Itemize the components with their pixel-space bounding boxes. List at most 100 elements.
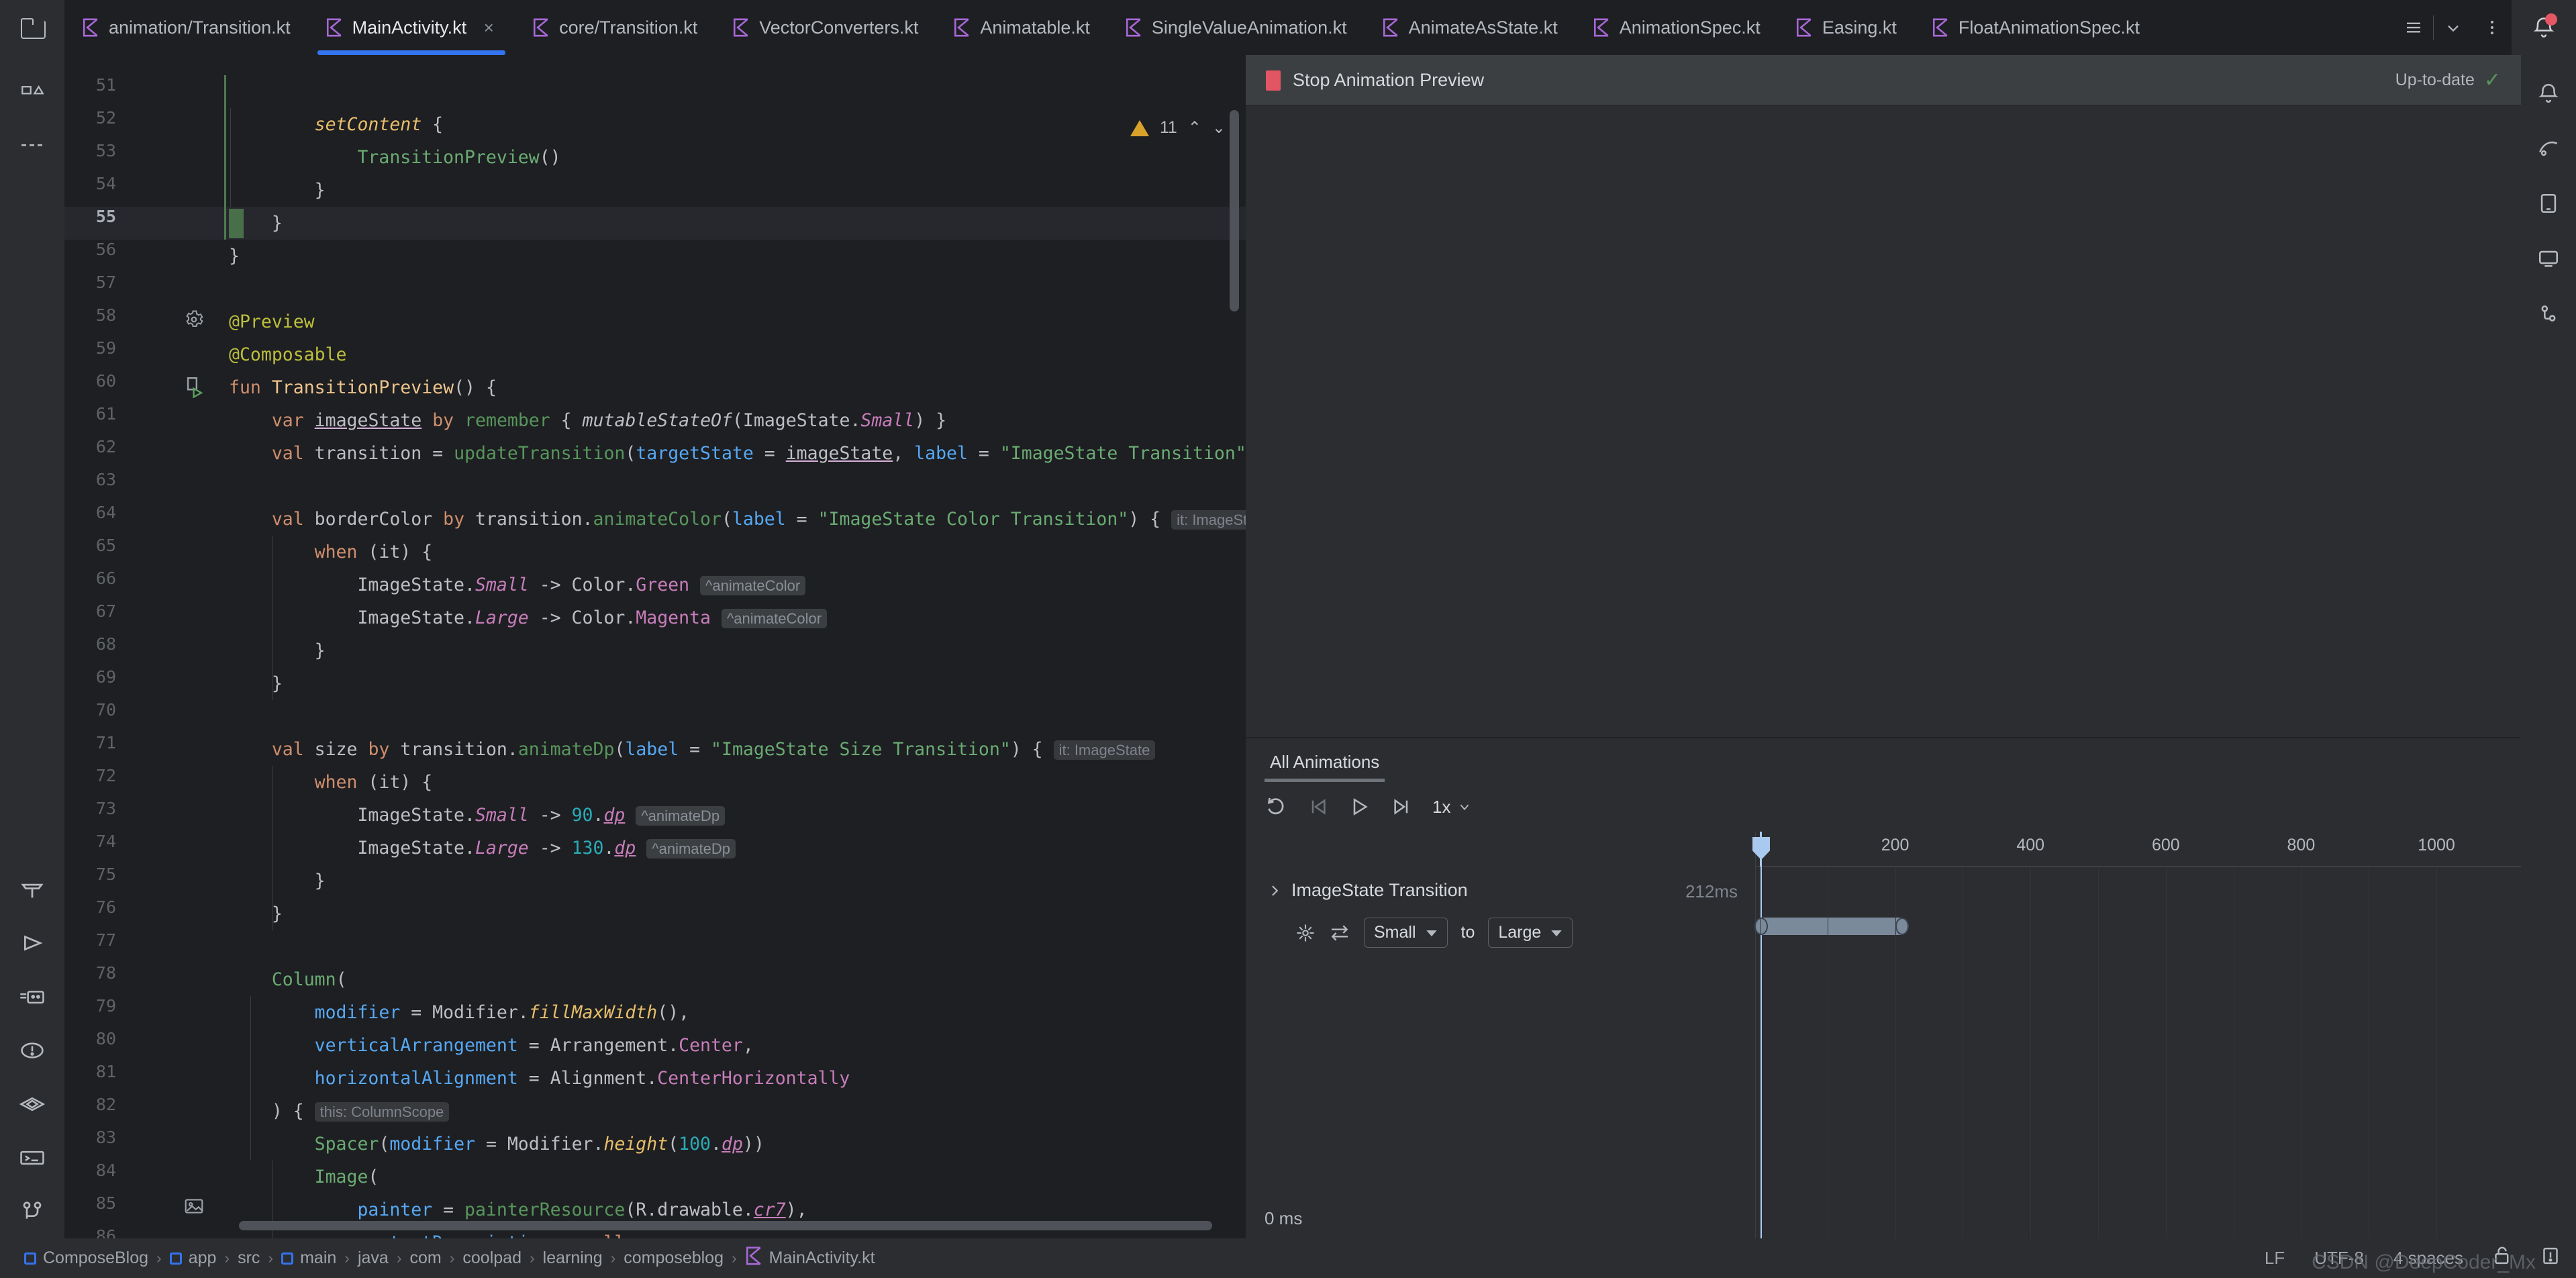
stop-animation-preview-button[interactable]: Stop Animation Preview (1266, 70, 1484, 91)
code-line[interactable]: val size by transition.animateDp(label =… (229, 733, 1246, 766)
warning-box-icon[interactable] (2541, 1246, 2560, 1271)
skip-to-end-icon[interactable] (1391, 796, 1412, 818)
from-state-select[interactable]: Small (1364, 918, 1448, 948)
freeze-icon[interactable] (1295, 923, 1316, 943)
editor-tab[interactable]: Easing.kt (1778, 0, 1914, 55)
code-line[interactable]: ImageState.Small -> 90.dp ^animateDp (229, 799, 1246, 832)
code-line[interactable]: ImageState.Large -> 130.dp ^animateDp (229, 832, 1246, 865)
breadcrumb-item[interactable]: java (350, 1248, 397, 1268)
vcs-branch-icon[interactable] (0, 1185, 64, 1238)
more-horizontal-icon[interactable] (0, 118, 64, 172)
editor-horizontal-scrollbar[interactable] (239, 1221, 1212, 1230)
code-editor[interactable]: 51 52 53 54 55 56 57 58 59 60 61 62 63 64 65 66 67 68 69 70… (64, 62, 1246, 1238)
breadcrumb-item[interactable]: com (402, 1248, 450, 1268)
play-icon[interactable] (1349, 796, 1371, 818)
editor-vertical-scrollbar[interactable] (1230, 110, 1239, 311)
code-content[interactable]: setContent { TransitionPreview() } }} @Pr… (229, 62, 1246, 1238)
code-line[interactable]: val transition = updateTransition(target… (229, 437, 1246, 470)
code-line[interactable]: @Preview (229, 305, 1246, 338)
code-line[interactable]: TransitionPreview() (229, 141, 1246, 174)
code-line[interactable]: ImageState.Large -> Color.Magenta ^anima… (229, 601, 1246, 634)
build-icon[interactable] (0, 863, 64, 916)
breadcrumb-item[interactable]: src (230, 1248, 268, 1268)
breadcrumb-item[interactable]: main (273, 1248, 344, 1268)
code-line[interactable]: val borderColor by transition.animateCol… (229, 503, 1246, 536)
code-line[interactable] (229, 75, 1246, 108)
breadcrumb-item[interactable]: app (162, 1248, 225, 1268)
breadcrumb-item[interactable]: ComposeBlog (16, 1248, 156, 1268)
editor-tab[interactable]: VectorConverters.kt (715, 0, 936, 55)
to-state-select[interactable]: Large (1488, 918, 1573, 948)
more-vertical-icon[interactable] (2473, 0, 2512, 55)
code-line[interactable]: } (229, 667, 1246, 700)
code-line[interactable] (229, 470, 1246, 503)
breadcrumb-item[interactable]: coolpad (454, 1248, 530, 1268)
code-line[interactable]: var imageState by remember { mutableStat… (229, 404, 1246, 437)
code-line[interactable]: Spacer(modifier = Modifier.height(100.dp… (229, 1128, 1246, 1161)
code-line[interactable] (229, 273, 1246, 305)
run-preview-icon[interactable] (184, 375, 211, 402)
problems-icon[interactable] (0, 1024, 64, 1077)
animation-range-bar[interactable] (1754, 918, 1909, 935)
emulator-icon[interactable] (2521, 231, 2576, 286)
animations-timeline[interactable]: ImageState Transition 212ms Small to Lar… (1246, 832, 2521, 1238)
code-line[interactable]: } (229, 207, 1246, 240)
breadcrumb-item[interactable]: learning (535, 1248, 611, 1268)
code-line[interactable]: } (229, 634, 1246, 667)
chevron-down-icon[interactable]: ⌄ (1212, 118, 1226, 138)
code-line[interactable]: } (229, 240, 1246, 273)
editor-tab[interactable]: SingleValueAnimation.kt (1107, 0, 1365, 55)
animation-row-header[interactable]: ImageState Transition (1269, 880, 1468, 901)
gradle-icon[interactable] (2521, 121, 2576, 176)
breadcrumb-item[interactable]: composeblog (615, 1248, 732, 1268)
code-line[interactable]: Image( (229, 1161, 1246, 1193)
image-resource-icon[interactable] (184, 1197, 211, 1224)
breadcrumb-item[interactable]: MainActivity.kt (737, 1246, 883, 1270)
code-line[interactable]: } (229, 174, 1246, 207)
gear-icon[interactable] (184, 309, 211, 336)
chevron-down-icon[interactable] (2434, 0, 2473, 55)
code-line[interactable]: @Composable (229, 338, 1246, 371)
code-line[interactable]: modifier = Modifier.fillMaxWidth(), (229, 996, 1246, 1029)
editor-tab[interactable]: AnimateAsState.kt (1365, 0, 1575, 55)
range-start-handle[interactable] (1754, 918, 1768, 935)
notifications-icon[interactable] (2521, 66, 2576, 121)
terminal-icon[interactable] (0, 1131, 64, 1185)
run-icon[interactable] (0, 916, 64, 970)
code-line[interactable]: ) { this: ColumnScope (229, 1095, 1246, 1128)
close-icon[interactable]: × (480, 19, 497, 36)
code-line[interactable]: verticalArrangement = Arrangement.Center… (229, 1029, 1246, 1062)
code-line[interactable]: when (it) { (229, 536, 1246, 569)
project-structure-icon[interactable] (0, 64, 64, 118)
code-line[interactable]: ImageState.Small -> Color.Green ^animate… (229, 569, 1246, 601)
list-icon[interactable] (2394, 0, 2433, 55)
git-icon[interactable] (0, 970, 64, 1024)
editor-tab[interactable]: Animatable.kt (936, 0, 1107, 55)
editor-tab-active[interactable]: MainActivity.kt × (308, 0, 515, 55)
code-line[interactable]: Column( (229, 963, 1246, 996)
code-line[interactable]: } (229, 897, 1246, 930)
editor-gutter[interactable]: 51 52 53 54 55 56 57 58 59 60 61 62 63 64 65 66 67 68 69 70… (64, 62, 229, 1238)
playback-speed-selector[interactable]: 1x (1432, 797, 1472, 818)
project-toggle-button[interactable] (0, 0, 64, 55)
code-line[interactable]: when (it) { (229, 766, 1246, 799)
layout-inspector-icon[interactable] (2521, 286, 2576, 341)
editor-tab[interactable]: core/Transition.kt (515, 0, 715, 55)
reset-icon[interactable] (1265, 795, 1287, 818)
skip-to-start-icon[interactable] (1307, 796, 1329, 818)
timeline-ruler[interactable]: 02004006008001000 (1755, 832, 2521, 867)
code-line[interactable]: } (229, 865, 1246, 897)
code-line[interactable]: fun TransitionPreview() { (229, 371, 1246, 404)
editor-tab[interactable]: FloatAnimationSpec.kt (1914, 0, 2157, 55)
device-manager-icon[interactable] (2521, 176, 2576, 231)
editor-tab[interactable]: animation/Transition.kt (64, 0, 308, 55)
tab-all-animations[interactable]: All Animations (1265, 752, 1385, 782)
inspection-widget[interactable]: 11 ⌃ ⌄ (1130, 118, 1226, 138)
notifications-bell-icon[interactable] (2512, 0, 2576, 55)
range-end-handle[interactable] (1895, 918, 1909, 935)
chevron-right-icon[interactable] (1269, 883, 1282, 898)
swap-states-icon[interactable] (1329, 924, 1350, 942)
timeline-track-area[interactable]: 02004006008001000 (1752, 832, 2521, 1238)
code-line[interactable] (229, 700, 1246, 733)
code-line[interactable]: horizontalAlignment = Alignment.CenterHo… (229, 1062, 1246, 1095)
